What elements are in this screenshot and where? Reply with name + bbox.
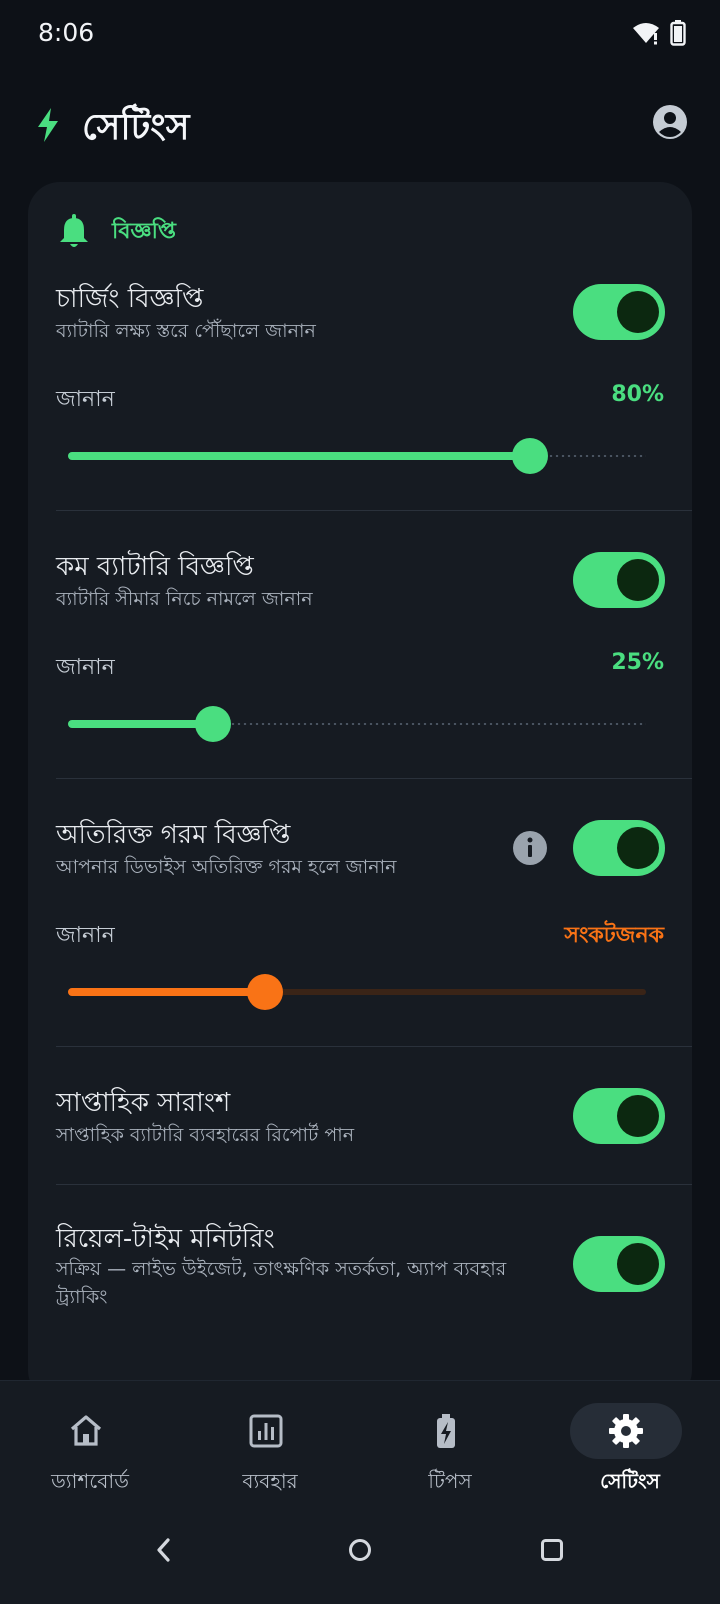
- toggle-knob: [617, 1243, 659, 1285]
- low-battery-slider-label: জানান: [56, 655, 115, 680]
- nav-label-usage: ব্যবহার: [242, 1469, 298, 1493]
- divider: [56, 1046, 692, 1047]
- slider-track-active: [68, 720, 213, 728]
- recents-icon[interactable]: [538, 1536, 566, 1564]
- realtime-monitoring-subtitle-line2: ট্র্যাকিং: [56, 1286, 108, 1308]
- toggle-knob: [617, 559, 659, 601]
- overheat-slider-label: জানান: [56, 923, 115, 948]
- status-bar: 8:06: [0, 0, 720, 70]
- status-icons: [632, 20, 686, 46]
- gear-icon: [609, 1414, 643, 1448]
- nav-label-tips: টিপস: [428, 1469, 472, 1493]
- overheat-notification-toggle[interactable]: [573, 820, 665, 876]
- charging-slider-value: 80%: [611, 382, 664, 407]
- battery-bolt-icon: [437, 1414, 455, 1448]
- wifi-icon: [633, 23, 659, 45]
- divider: [56, 778, 692, 779]
- charging-notification-toggle[interactable]: [573, 284, 665, 340]
- info-icon[interactable]: [512, 830, 548, 866]
- charging-level-slider[interactable]: [68, 436, 646, 476]
- back-icon[interactable]: [152, 1536, 176, 1564]
- weekly-summary-subtitle: সাপ্তাহিক ব্যাটারি ব্যবহারের রিপোর্ট পান: [56, 1124, 355, 1146]
- section-title: বিজ্ঞপ্তি: [112, 219, 176, 244]
- bottom-navigation: ড্যাশবোর্ড ব্যবহার টিপস সেটিংস: [0, 1380, 720, 1507]
- battery-icon: [670, 20, 686, 46]
- nav-item-dashboard[interactable]: ড্যাশবোর্ড: [0, 1381, 180, 1507]
- low-battery-notification-toggle[interactable]: [573, 552, 665, 608]
- home-icon: [70, 1415, 102, 1446]
- slider-track-active: [68, 988, 265, 996]
- toggle-knob: [617, 827, 659, 869]
- nav-item-tips[interactable]: টিপস: [360, 1381, 540, 1507]
- toggle-knob: [617, 291, 659, 333]
- status-time: 8:06: [38, 18, 95, 47]
- realtime-monitoring-subtitle: সক্রিয় — লাইভ উইজেট, তাৎক্ষণিক সতর্কতা,…: [56, 1258, 507, 1280]
- slider-thumb[interactable]: [246, 974, 283, 1010]
- nav-label-settings: সেটিংস: [600, 1469, 660, 1493]
- low-battery-notification-subtitle: ব্যাটারি সীমার নিচে নামলে জানান: [56, 588, 313, 610]
- nav-item-settings[interactable]: সেটিংস: [540, 1381, 720, 1507]
- bar-chart-icon: [249, 1414, 283, 1448]
- slider-track-active: [68, 452, 531, 460]
- page-title: সেটিংস: [82, 107, 190, 148]
- divider: [56, 1184, 692, 1185]
- slider-thumb[interactable]: [512, 438, 549, 474]
- overheat-notification-subtitle: আপনার ডিভাইস অতিরিক্ত গরম হলে জানান: [56, 856, 397, 878]
- realtime-monitoring-toggle[interactable]: [573, 1236, 665, 1292]
- toggle-knob: [617, 1095, 659, 1137]
- account-icon[interactable]: [652, 104, 688, 140]
- nav-item-usage[interactable]: ব্যবহার: [180, 1381, 360, 1507]
- bell-icon: [60, 214, 88, 247]
- system-navigation-bar: [0, 1506, 720, 1604]
- charging-slider-label: জানান: [56, 387, 115, 412]
- overheat-level-slider[interactable]: [68, 972, 646, 1012]
- low-battery-level-slider[interactable]: [68, 704, 646, 744]
- overheat-slider-value: সংকটজনক: [564, 923, 664, 948]
- nav-label-dashboard: ড্যাশবোর্ড: [51, 1469, 129, 1493]
- slider-thumb[interactable]: [194, 706, 231, 742]
- low-battery-slider-value: 25%: [611, 650, 664, 675]
- app-header: সেটিংস: [0, 90, 720, 160]
- charging-notification-subtitle: ব্যাটারি লক্ষ্য স্তরে পৌঁছালে জানান: [56, 320, 316, 342]
- notifications-card: বিজ্ঞপ্তি চার্জিং বিজ্ঞপ্তি ব্যাটারি লক্…: [28, 182, 692, 1402]
- weekly-summary-toggle[interactable]: [573, 1088, 665, 1144]
- bolt-icon: [38, 108, 58, 142]
- home-button-icon[interactable]: [346, 1536, 374, 1564]
- divider: [56, 510, 692, 511]
